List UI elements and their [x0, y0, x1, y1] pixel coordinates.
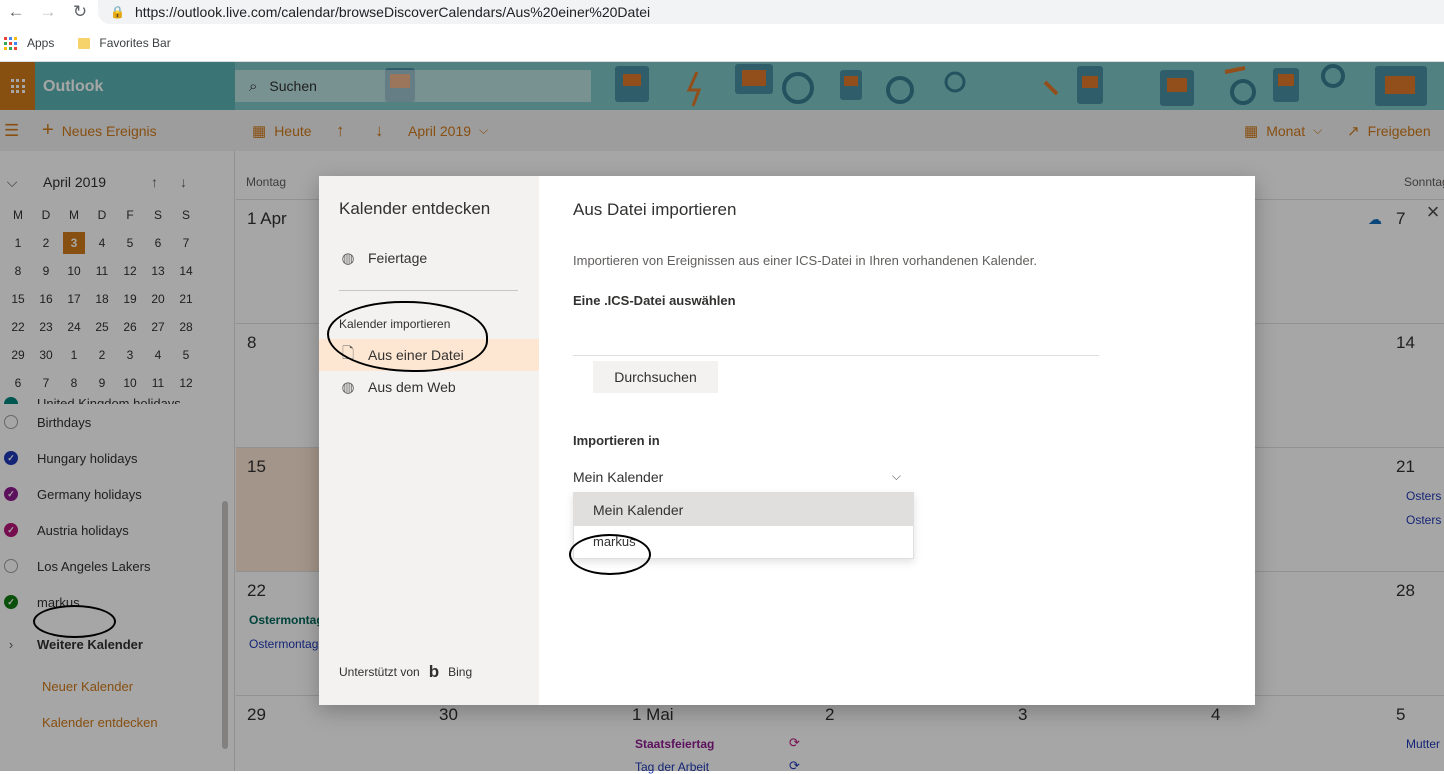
globe-icon: ◍	[341, 250, 355, 267]
annotation-circle	[569, 534, 651, 575]
dialog-title: Aus Datei importieren	[573, 200, 737, 219]
choose-file-label: Eine .ICS-Datei auswählen	[573, 293, 736, 308]
nav-from-web[interactable]: ◍ Aus dem Web	[319, 371, 539, 403]
nav-divider	[339, 290, 518, 291]
dialog-side-title: Kalender entdecken	[339, 199, 491, 218]
calendar-select[interactable]: Mein Kalender ⌵	[573, 461, 913, 493]
url-text: https://outlook.live.com/calendar/browse…	[134, 4, 651, 20]
close-icon: ×	[1426, 199, 1440, 224]
discover-calendars-dialog: Kalender entdecken ◍ Feiertage Kalender …	[319, 176, 1439, 705]
powered-by-label: Unterstützt von	[339, 665, 420, 679]
folder-icon	[78, 37, 91, 49]
bookmark-apps[interactable]: Apps	[4, 36, 54, 50]
calendar-select-value: Mein Kalender	[573, 468, 664, 485]
bing-logo-icon: b	[428, 662, 440, 681]
annotation-circle	[33, 605, 116, 638]
file-name-field[interactable]	[573, 355, 1099, 356]
bookmarks-bar: Apps Favorites Bar	[0, 32, 187, 54]
close-button[interactable]: ×	[1421, 200, 1444, 224]
nav-from-web-label: Aus dem Web	[368, 379, 456, 395]
nav-holidays-label: Feiertage	[368, 250, 428, 266]
lock-icon: 🔒	[110, 5, 125, 19]
import-into-label: Importieren in	[573, 433, 660, 448]
reload-icon[interactable]: ↻	[64, 2, 96, 22]
forward-icon[interactable]: →	[32, 2, 64, 22]
bookmark-favorites-bar[interactable]: Favorites Bar	[74, 36, 171, 50]
globe-icon: ◍	[341, 379, 355, 396]
dialog-content: Aus Datei importieren × Importieren von …	[539, 176, 1439, 705]
bookmark-favorites-label: Favorites Bar	[99, 36, 171, 50]
nav-holidays[interactable]: ◍ Feiertage	[319, 242, 539, 274]
back-icon[interactable]: ←	[0, 2, 32, 22]
apps-grid-icon	[4, 36, 17, 50]
dialog-description: Importieren von Ereignissen aus einer IC…	[573, 253, 1037, 268]
powered-by-bing: Unterstützt von b Bing	[339, 662, 472, 682]
bing-label: Bing	[448, 665, 473, 679]
bookmark-apps-label: Apps	[27, 36, 55, 50]
chevron-down-icon: ⌵	[891, 469, 901, 483]
browser-nav: ← → ↻	[0, 0, 96, 24]
browser-chrome: ← → ↻ 🔒 https://outlook.live.com/calenda…	[0, 0, 1444, 62]
dialog-side-nav: Kalender entdecken ◍ Feiertage Kalender …	[319, 176, 539, 705]
dropdown-option-mein-kalender[interactable]: Mein Kalender	[574, 493, 913, 526]
browse-button[interactable]: Durchsuchen	[593, 361, 718, 393]
address-bar[interactable]: 🔒 https://outlook.live.com/calendar/brow…	[98, 0, 1444, 24]
